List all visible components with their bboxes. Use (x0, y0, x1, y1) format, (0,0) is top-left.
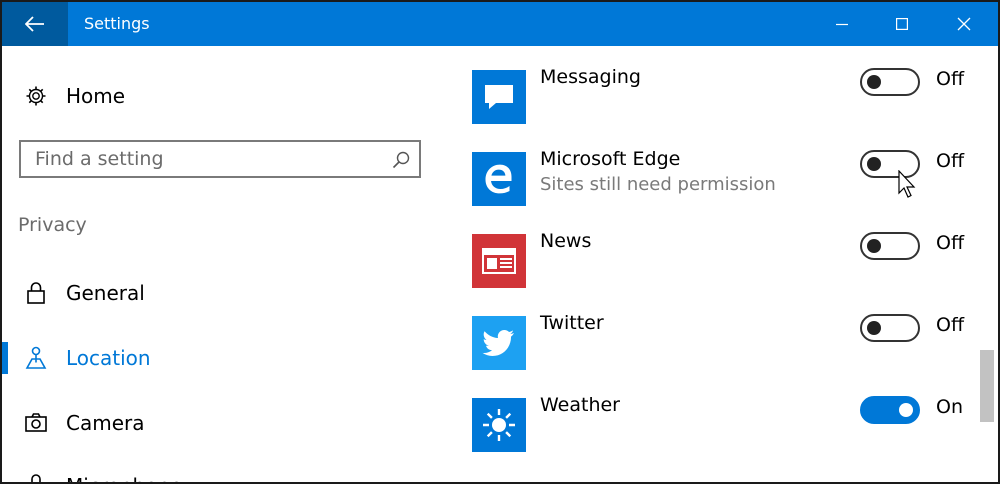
list-item-weather: Weather On (472, 394, 978, 480)
title-bar: Settings (2, 2, 998, 46)
app-subtitle: Sites still need permission (540, 174, 776, 195)
toggle-state-label: Off (936, 314, 965, 336)
close-icon (957, 17, 971, 31)
location-icon (22, 344, 50, 372)
messaging-toggle[interactable] (860, 68, 920, 96)
toggle-knob (867, 157, 881, 171)
weather-toggle[interactable] (860, 396, 920, 424)
app-name: News (540, 230, 592, 252)
list-item-twitter: Twitter Off (472, 312, 978, 398)
maximize-icon (896, 18, 908, 30)
sidebar-item-microphone[interactable]: Microphone (2, 464, 442, 482)
toggle-knob (867, 239, 881, 253)
microphone-icon (22, 472, 50, 482)
toggle-knob (899, 403, 913, 417)
section-header-privacy: Privacy (18, 214, 87, 236)
sidebar-item-location[interactable]: Location (2, 336, 442, 380)
twitter-toggle[interactable] (860, 314, 920, 342)
back-button[interactable] (2, 2, 68, 46)
sidebar-item-general[interactable]: General (2, 271, 442, 315)
toggle-knob (867, 75, 881, 89)
sidebar-item-label: Location (66, 346, 151, 370)
edge-icon (472, 152, 526, 206)
toggle-state-label: On (936, 396, 963, 418)
search-input[interactable] (35, 142, 375, 176)
scrollbar[interactable] (978, 46, 998, 482)
sidebar-item-camera[interactable]: Camera (2, 401, 442, 445)
sidebar-item-label: Microphone (66, 474, 182, 482)
toggle-state-label: Off (936, 68, 965, 90)
close-button[interactable] (934, 2, 994, 46)
app-name: Microsoft Edge (540, 148, 681, 170)
back-arrow-icon (25, 16, 44, 32)
minimize-button[interactable] (812, 2, 872, 46)
camera-icon (22, 409, 50, 437)
twitter-icon (472, 316, 526, 370)
news-toggle[interactable] (860, 232, 920, 260)
news-icon (472, 234, 526, 288)
app-name: Messaging (540, 66, 641, 88)
messaging-icon (472, 70, 526, 124)
scroll-thumb[interactable] (980, 350, 994, 422)
weather-icon (472, 398, 526, 452)
app-permission-list: Messaging Off Microsoft Edge Sites still… (442, 46, 978, 482)
lock-icon (22, 279, 50, 307)
search-box (19, 140, 421, 178)
sidebar-item-label: General (66, 281, 145, 305)
app-name: Twitter (540, 312, 604, 334)
toggle-state-label: Off (936, 232, 965, 254)
app-name: Weather (540, 394, 620, 416)
toggle-knob (867, 321, 881, 335)
window-title: Settings (84, 14, 150, 33)
mouse-cursor-icon (898, 170, 916, 198)
list-item-messaging: Messaging Off (472, 66, 978, 152)
settings-window: Settings Home Find a setting Privacy Gen… (2, 2, 998, 482)
sidebar-item-label: Home (66, 84, 126, 108)
sidebar-item-label: Camera (66, 411, 145, 435)
list-item-news: News Off (472, 230, 978, 316)
toggle-state-label: Off (936, 150, 965, 172)
gear-icon (22, 82, 50, 110)
minimize-icon (836, 23, 848, 26)
sidebar-item-home[interactable]: Home (2, 74, 442, 118)
sidebar: Home Privacy General (2, 46, 442, 482)
maximize-button[interactable] (872, 2, 932, 46)
search-icon[interactable] (391, 150, 411, 170)
